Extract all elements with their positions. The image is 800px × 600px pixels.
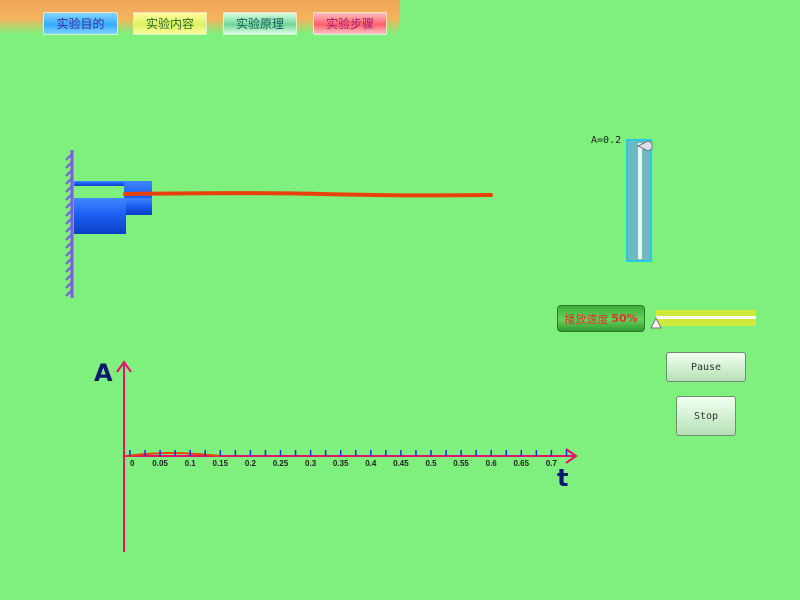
amplitude-slider[interactable] [626, 139, 656, 263]
amplitude-label: A=0.2 [591, 135, 622, 146]
speed-label: 播放速度 [564, 312, 609, 326]
apparatus-canvas [65, 150, 493, 298]
speed-value: 50% [611, 312, 638, 325]
vibrating-string [123, 191, 493, 198]
fixed-wall [65, 150, 74, 298]
speed-badge: 播放速度 50% [557, 305, 645, 332]
y-axis-label: A [94, 359, 113, 387]
stop-button[interactable]: Stop [676, 396, 736, 436]
pause-button[interactable]: Pause [666, 352, 746, 382]
vibrator-block[interactable] [74, 181, 152, 234]
x-axis-label: t [557, 464, 569, 492]
speed-slider[interactable] [648, 310, 758, 330]
